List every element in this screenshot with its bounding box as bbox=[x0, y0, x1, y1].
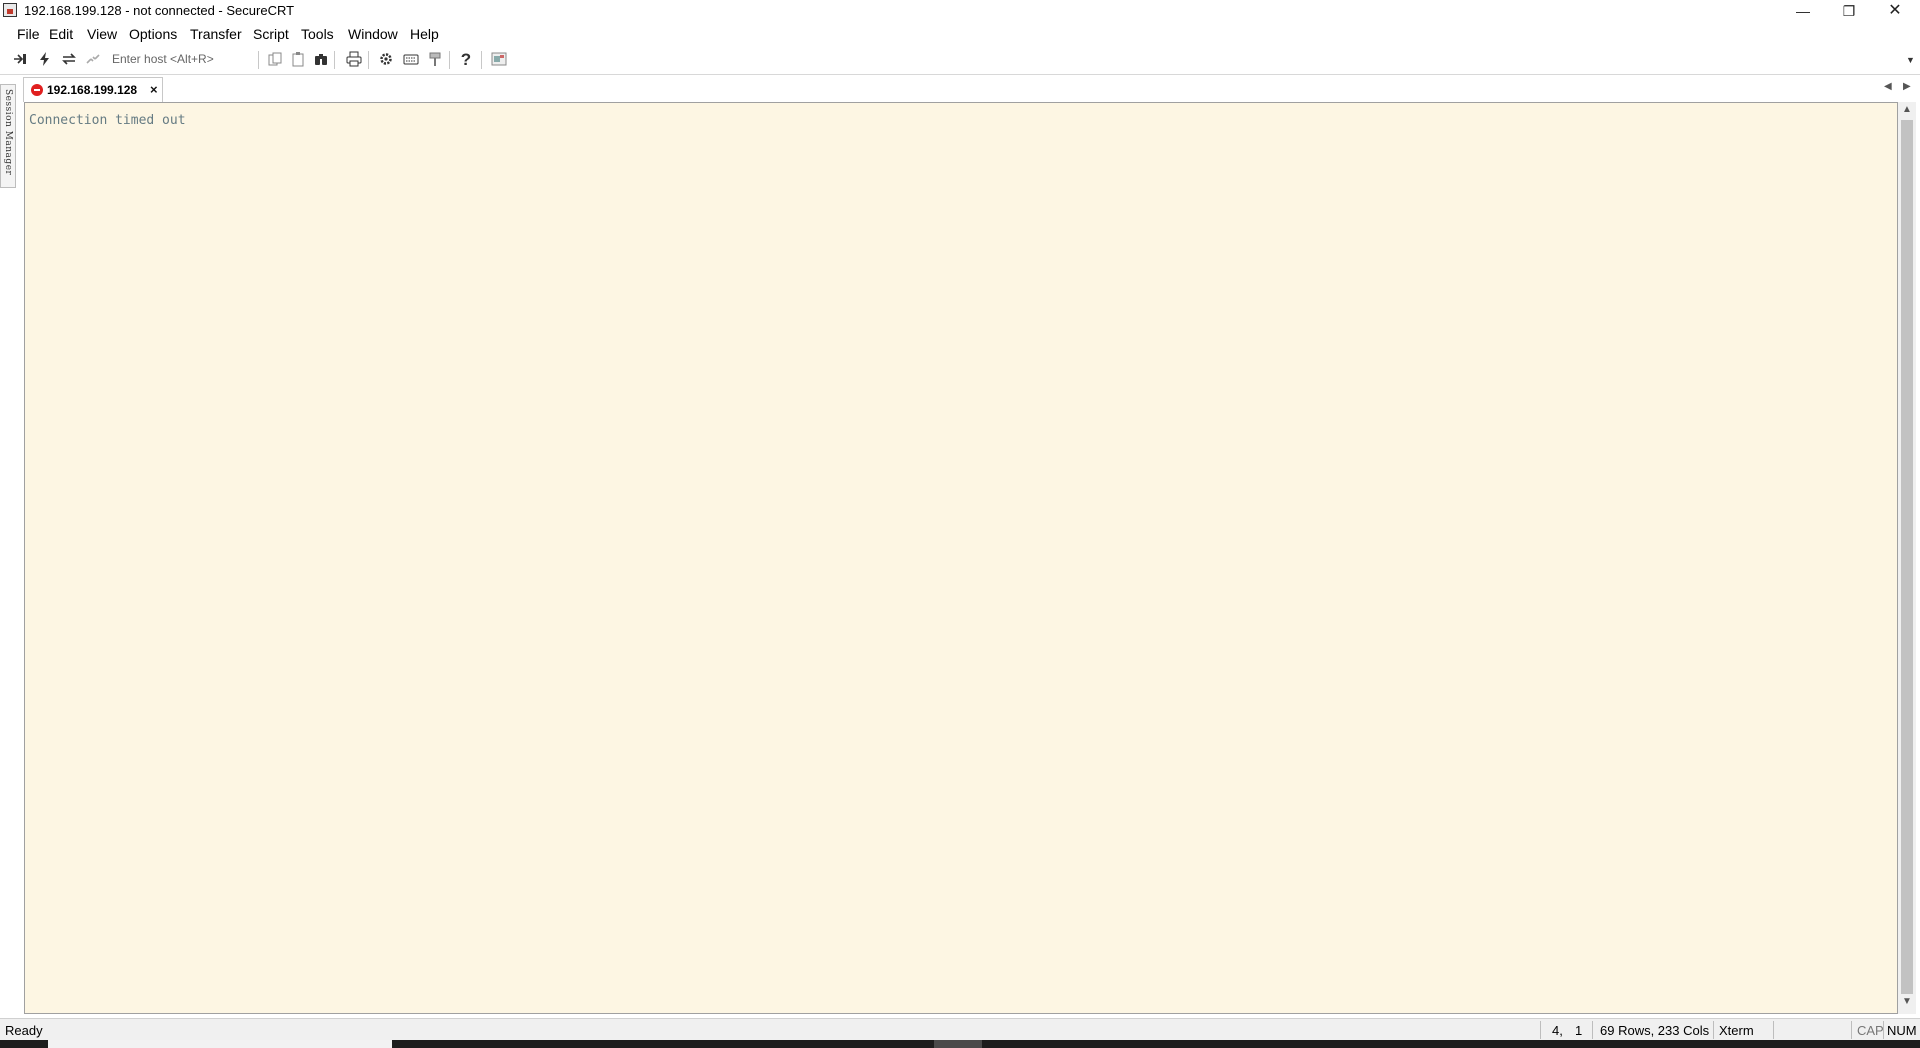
cursor-col: 1 bbox=[1575, 1023, 1583, 1038]
securecrt-app-icon[interactable] bbox=[3, 3, 17, 17]
toggle-icon[interactable] bbox=[490, 51, 508, 69]
terminal-scrollbar[interactable]: ▲ ▼ bbox=[1898, 102, 1916, 1014]
menu-transfer[interactable]: Transfer bbox=[190, 26, 242, 42]
sftp-icon[interactable] bbox=[426, 51, 444, 69]
status-divider bbox=[1851, 1021, 1852, 1039]
disconnected-status-icon bbox=[31, 84, 43, 96]
status-divider bbox=[1883, 1021, 1884, 1039]
status-bar: Ready 4, 1 69 Rows, 233 Cols Xterm CAP N… bbox=[0, 1018, 1920, 1041]
window-title: 192.168.199.128 - not connected - Secure… bbox=[24, 3, 295, 18]
menu-file[interactable]: File bbox=[17, 26, 40, 42]
help-icon[interactable]: ? bbox=[457, 51, 475, 69]
scroll-down-icon[interactable]: ▼ bbox=[1898, 996, 1916, 1012]
close-button[interactable]: ✕ bbox=[1872, 0, 1918, 22]
toolbar-separator bbox=[368, 51, 369, 69]
status-divider bbox=[1592, 1021, 1593, 1039]
session-manager-tab[interactable]: Session Manager bbox=[0, 84, 16, 188]
scrollbar-thumb[interactable] bbox=[1901, 120, 1913, 994]
menu-tools[interactable]: Tools bbox=[301, 26, 334, 42]
num-lock-indicator: NUM bbox=[1887, 1023, 1917, 1038]
toolbar-separator bbox=[258, 51, 259, 69]
toolbar: Enter host <Alt+R> ? ▼ bbox=[0, 46, 1920, 75]
disconnect-icon[interactable] bbox=[84, 51, 102, 69]
status-divider bbox=[1540, 1021, 1541, 1039]
minimize-button[interactable]: — bbox=[1780, 0, 1826, 22]
status-divider bbox=[1713, 1021, 1714, 1039]
session-tab-label: 192.168.199.128 bbox=[47, 83, 138, 97]
copy-icon[interactable] bbox=[266, 51, 284, 69]
paste-icon[interactable] bbox=[289, 51, 307, 69]
menu-window[interactable]: Window bbox=[348, 26, 398, 42]
cursor-row: 4, bbox=[1552, 1023, 1563, 1038]
status-text: Ready bbox=[5, 1023, 43, 1038]
host-input[interactable]: Enter host <Alt+R> bbox=[112, 52, 214, 66]
tab-close-icon[interactable]: × bbox=[150, 82, 158, 97]
restore-button[interactable]: ❐ bbox=[1826, 0, 1872, 22]
terminal-output: Connection timed out bbox=[29, 113, 186, 128]
os-taskbar bbox=[0, 1040, 1920, 1048]
menu-edit[interactable]: Edit bbox=[49, 26, 73, 42]
print-icon[interactable] bbox=[345, 51, 363, 69]
tab-scroll-right-icon[interactable]: ▶ bbox=[1903, 81, 1911, 92]
terminal-view[interactable]: Connection timed out bbox=[24, 102, 1898, 1014]
keymap-icon[interactable] bbox=[402, 51, 420, 69]
menu-view[interactable]: View bbox=[87, 26, 117, 42]
toolbar-separator bbox=[334, 51, 335, 69]
tab-scroll-left-icon[interactable]: ◀ bbox=[1884, 81, 1892, 92]
toolbar-separator bbox=[449, 51, 450, 69]
quick-connect-icon[interactable] bbox=[36, 51, 54, 69]
find-icon[interactable] bbox=[312, 51, 330, 69]
reconnect-icon[interactable] bbox=[60, 51, 78, 69]
menu-options[interactable]: Options bbox=[129, 26, 177, 42]
caps-lock-indicator: CAP bbox=[1857, 1023, 1884, 1038]
scroll-up-icon[interactable]: ▲ bbox=[1898, 104, 1916, 120]
toolbar-separator bbox=[481, 51, 482, 69]
menu-bar: File Edit View Options Transfer Script T… bbox=[0, 22, 1920, 46]
emulation-type: Xterm bbox=[1719, 1023, 1754, 1038]
session-tab[interactable]: 192.168.199.128 × bbox=[23, 77, 163, 102]
terminal-size: 69 Rows, 233 Cols bbox=[1600, 1023, 1710, 1038]
taskbar-active-item[interactable] bbox=[934, 1040, 982, 1048]
session-options-icon[interactable] bbox=[377, 51, 395, 69]
session-manager-label: Session Manager bbox=[3, 89, 13, 176]
taskbar-search-box[interactable] bbox=[48, 1040, 392, 1048]
status-divider bbox=[1773, 1021, 1774, 1039]
toolbar-chevron-icon[interactable]: ▼ bbox=[1906, 55, 1915, 65]
menu-help[interactable]: Help bbox=[410, 26, 439, 42]
tab-strip: 192.168.199.128 × ◀ ▶ bbox=[20, 75, 1920, 102]
menu-script[interactable]: Script bbox=[253, 26, 289, 42]
title-bar: 192.168.199.128 - not connected - Secure… bbox=[0, 0, 1920, 22]
connect-in-tab-icon[interactable] bbox=[11, 51, 29, 69]
